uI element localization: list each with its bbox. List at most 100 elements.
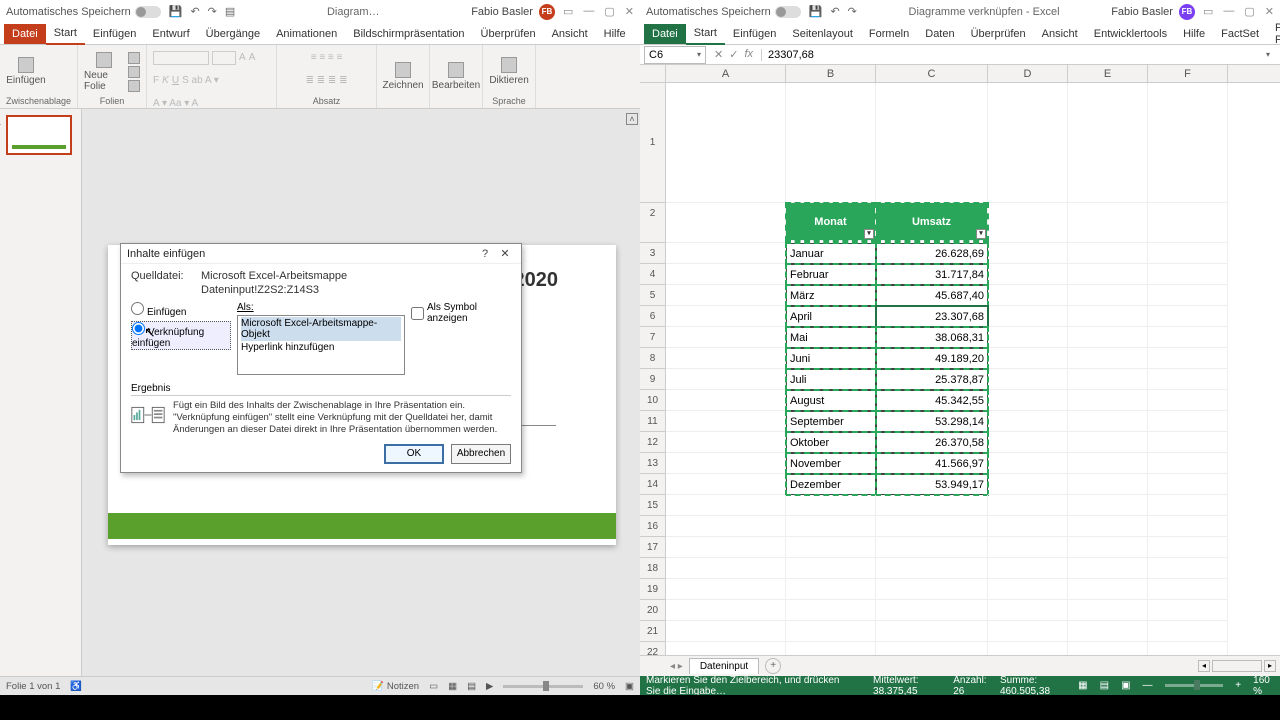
new-slide-icon[interactable] [96,52,112,68]
row-header-20[interactable]: 20 [640,600,666,621]
row-header-1[interactable]: 1 [640,83,666,203]
tab-ueberpruefen[interactable]: Überprüfen [473,24,544,44]
tab-hilfe[interactable]: Hilfe [596,24,634,44]
view-normal-icon[interactable]: ▭ [429,681,438,692]
cell[interactable] [1148,306,1228,327]
cell[interactable] [1148,327,1228,348]
toggle-off-icon[interactable] [775,6,801,18]
view-break-icon[interactable]: ▣ [1121,680,1130,691]
cell[interactable] [666,516,786,537]
maximize-icon[interactable]: ▢ [1244,5,1254,18]
layout-icon[interactable] [128,52,140,64]
cell[interactable] [786,558,876,579]
cell[interactable] [988,495,1068,516]
cell[interactable] [988,390,1068,411]
cell[interactable] [1148,600,1228,621]
tab-ansicht[interactable]: Ansicht [1034,24,1086,44]
redo-icon[interactable]: ↷ [208,5,217,18]
cell[interactable] [666,432,786,453]
cell[interactable] [1068,642,1148,655]
cell[interactable] [988,369,1068,390]
cell[interactable] [876,621,988,642]
row-header-22[interactable]: 22 [640,642,666,655]
xl-autosave[interactable]: Automatisches Speichern [646,6,801,18]
row-header-12[interactable]: 12 [640,432,666,453]
cell[interactable] [666,579,786,600]
row-header-16[interactable]: 16 [640,516,666,537]
reset-icon[interactable] [128,66,140,78]
cell[interactable] [1068,83,1148,203]
cell[interactable] [1068,537,1148,558]
cell[interactable] [666,83,786,203]
table-cell-monat[interactable]: Juli [786,369,876,390]
table-cell-umsatz[interactable]: 31.717,84 [876,264,988,285]
row-header-15[interactable]: 15 [640,495,666,516]
view-sorter-icon[interactable]: ▦ [448,681,457,692]
cell[interactable] [876,600,988,621]
redo-icon[interactable]: ↷ [848,5,857,18]
dialog-close-icon[interactable]: ✕ [495,247,515,260]
cell[interactable] [1148,348,1228,369]
as-listbox[interactable]: Microsoft Excel-Arbeitsmappe-Objekt Hype… [237,315,405,375]
cell[interactable] [1068,579,1148,600]
minimize-icon[interactable]: — [1223,5,1234,18]
cell[interactable] [1148,516,1228,537]
cell[interactable] [1148,453,1228,474]
row-header-3[interactable]: 3 [640,243,666,264]
table-cell-umsatz[interactable]: 38.068,31 [876,327,988,348]
table-cell-monat[interactable]: Mai [786,327,876,348]
cell[interactable] [876,83,988,203]
cell[interactable] [666,495,786,516]
col-E[interactable]: E [1068,65,1148,82]
cell[interactable] [666,474,786,495]
tab-ueberpruefen[interactable]: Überprüfen [963,24,1034,44]
notes-button[interactable]: 📝 Notizen [372,681,419,692]
close-icon[interactable]: ✕ [625,5,634,18]
cell[interactable] [666,411,786,432]
cell[interactable] [988,621,1068,642]
tab-uebergaenge[interactable]: Übergänge [198,24,268,44]
row-header-17[interactable]: 17 [640,537,666,558]
cell[interactable] [988,411,1068,432]
table-cell-umsatz[interactable]: 45.687,40 [876,285,988,306]
cell[interactable] [1068,474,1148,495]
table-cell-monat[interactable]: Dezember [786,474,876,495]
col-B[interactable]: B [786,65,876,82]
list-item[interactable]: Hyperlink hinzufügen [241,341,401,354]
cell[interactable] [1068,348,1148,369]
cell[interactable] [1068,203,1148,243]
minimize-icon[interactable]: — [583,5,594,18]
cell[interactable] [786,642,876,655]
formula-bar-input[interactable]: 23307,68 [761,49,1280,61]
cell[interactable] [876,642,988,655]
cell[interactable] [1148,495,1228,516]
table-cell-monat[interactable]: November [786,453,876,474]
view-normal-icon[interactable]: ▦ [1078,680,1087,691]
cell[interactable] [988,579,1068,600]
xl-grid[interactable]: A B C D E F 1 2 Monat▾Umsatz▾ [640,65,1280,655]
cell[interactable] [786,83,876,203]
table-cell-monat[interactable]: Juni [786,348,876,369]
xl-user[interactable]: Fabio Basler FB [1111,4,1195,20]
draw-icon[interactable] [395,62,411,78]
cell[interactable] [786,516,876,537]
accessibility-icon[interactable]: ♿ [70,681,82,692]
cell[interactable] [1068,264,1148,285]
cell[interactable] [1068,453,1148,474]
cell[interactable] [666,203,786,243]
cell[interactable] [988,453,1068,474]
cell[interactable] [666,642,786,655]
cell[interactable] [1148,369,1228,390]
fx-icon[interactable]: fx [744,48,753,61]
cell[interactable] [988,474,1068,495]
slide-thumb-1[interactable] [6,115,72,155]
row-header-14[interactable]: 14 [640,474,666,495]
dictate-icon[interactable] [501,57,517,73]
cell[interactable] [988,600,1068,621]
cell[interactable] [666,621,786,642]
cell[interactable] [1068,369,1148,390]
table-cell-umsatz[interactable]: 53.298,14 [876,411,988,432]
col-D[interactable]: D [988,65,1068,82]
cell[interactable] [1068,558,1148,579]
section-icon[interactable] [128,80,140,92]
